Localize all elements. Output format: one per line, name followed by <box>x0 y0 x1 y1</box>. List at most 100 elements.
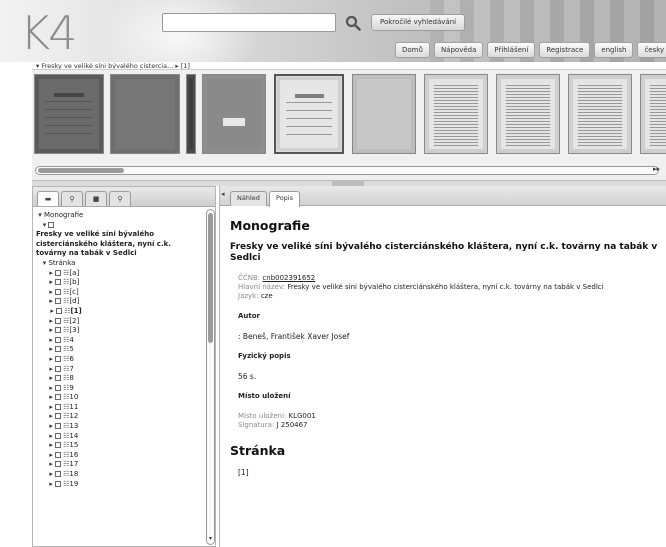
checkbox[interactable] <box>55 288 62 295</box>
expand-icon[interactable]: ▸ <box>47 297 55 307</box>
nav-lang-czech[interactable]: česky <box>637 42 666 58</box>
checkbox[interactable] <box>55 298 62 305</box>
tree-root[interactable]: ▾ Monografie <box>36 211 204 221</box>
tree-page-item[interactable]: ▸ ☷7 <box>36 365 204 375</box>
expand-icon[interactable]: ▸ <box>47 269 55 279</box>
page-thumbnail[interactable] <box>110 74 180 154</box>
scrollbar-thumb[interactable] <box>208 213 213 343</box>
search-button[interactable] <box>342 12 364 34</box>
checkbox[interactable] <box>55 432 62 439</box>
tree-page-item[interactable]: ▸ ☷9 <box>36 384 204 394</box>
scrollbar-thumb[interactable] <box>38 168 124 173</box>
expand-icon[interactable]: ▸ <box>47 393 55 403</box>
tree-scrollbar[interactable]: ▾ <box>206 209 215 545</box>
checkbox[interactable] <box>55 346 62 353</box>
tree-root-check[interactable]: ▾ <box>36 221 204 231</box>
tab-preview[interactable]: Náhled <box>230 191 267 206</box>
expand-icon[interactable]: ▸ <box>47 480 55 490</box>
checkbox[interactable] <box>55 355 62 362</box>
checkbox[interactable] <box>55 269 62 276</box>
checkbox[interactable] <box>55 461 62 468</box>
tab-list[interactable]: ■ <box>85 191 107 206</box>
tab-description[interactable]: Popis <box>269 191 300 207</box>
checkbox[interactable] <box>55 336 62 343</box>
expand-icon[interactable]: ▸ <box>47 278 55 288</box>
expand-icon[interactable]: ▸ <box>47 451 55 461</box>
advanced-search-button[interactable]: Pokročilé vyhledávání <box>371 14 466 31</box>
search-input[interactable] <box>162 13 336 32</box>
tree-page-item[interactable]: ▸ ☷15 <box>36 441 204 451</box>
tree-page-item[interactable]: ▸ ☷[1] <box>36 307 204 317</box>
tree-page-item[interactable]: ▸ ☷[d] <box>36 297 204 307</box>
checkbox[interactable] <box>55 480 62 487</box>
tree-page-item[interactable]: ▸ ☷6 <box>36 355 204 365</box>
checkbox[interactable] <box>55 442 62 449</box>
tree-page-item[interactable]: ▸ ☷14 <box>36 432 204 442</box>
expand-icon[interactable]: ▸ <box>47 317 55 327</box>
expand-icon[interactable]: ▸ <box>47 460 55 470</box>
checkbox[interactable] <box>55 423 62 430</box>
expand-icon[interactable]: ▸ <box>47 422 55 432</box>
tree-pages-group[interactable]: ▾ Stránka <box>36 259 204 269</box>
nav-home[interactable]: Domů <box>395 42 430 58</box>
collapse-arrow-icon[interactable]: ◂ <box>221 190 225 198</box>
expand-icon[interactable]: ▸ <box>47 288 55 298</box>
expand-icon[interactable]: ▸ <box>47 345 55 355</box>
checkbox[interactable] <box>55 413 62 420</box>
page-thumbnail[interactable] <box>640 74 666 154</box>
nav-help[interactable]: Nápověda <box>433 42 484 58</box>
page-thumbnail[interactable] <box>274 74 344 154</box>
tree-page-item[interactable]: ▸ ☷13 <box>36 422 204 432</box>
scroll-down-icon[interactable]: ▾ <box>207 535 214 542</box>
page-thumbnail[interactable] <box>202 74 266 154</box>
expand-icon[interactable]: ▸ <box>47 441 55 451</box>
tab-search[interactable]: ⚲ <box>61 191 83 206</box>
tree-page-item[interactable]: ▸ ☷4 <box>36 336 204 346</box>
expand-icon[interactable]: ▸ <box>47 384 55 394</box>
checkbox[interactable] <box>56 307 63 314</box>
nav-lang-english[interactable]: english <box>594 42 634 58</box>
expand-icon[interactable]: ▸ <box>47 470 55 480</box>
page-thumbnail[interactable] <box>352 74 416 154</box>
page-thumbnail[interactable] <box>34 74 104 154</box>
expand-icon[interactable]: ▸ <box>47 355 55 365</box>
checkbox[interactable] <box>55 384 62 391</box>
tab-tree[interactable]: ▬ <box>37 191 59 206</box>
expand-icon[interactable]: ▸ <box>47 412 55 422</box>
tree-page-item[interactable]: ▸ ☷10 <box>36 393 204 403</box>
tree-page-item[interactable]: ▸ ☷16 <box>36 451 204 461</box>
page-thumbnail[interactable] <box>568 74 632 154</box>
expand-icon[interactable]: ▸ <box>47 326 55 336</box>
tree-page-item[interactable]: ▸ ☷[c] <box>36 288 204 298</box>
tree-page-item[interactable]: ▸ ☷18 <box>36 470 204 480</box>
tree-page-item[interactable]: ▸ ☷12 <box>36 412 204 422</box>
page-thumbnail[interactable] <box>186 74 196 154</box>
expand-icon[interactable]: ▸ <box>47 403 55 413</box>
tree-page-item[interactable]: ▸ ☷11 <box>36 403 204 413</box>
nav-register[interactable]: Registrace <box>539 42 591 58</box>
page-thumbnail[interactable] <box>496 74 560 154</box>
checkbox[interactable] <box>55 394 62 401</box>
tree-page-item[interactable]: ▸ ☷[2] <box>36 317 204 327</box>
checkbox[interactable] <box>55 375 62 382</box>
tree-page-item[interactable]: ▸ ☷[b] <box>36 278 204 288</box>
page-thumbnail[interactable] <box>424 74 488 154</box>
tree-page-item[interactable]: ▸ ☷5 <box>36 345 204 355</box>
checkbox[interactable] <box>55 451 62 458</box>
checkbox[interactable] <box>48 221 55 228</box>
expand-icon[interactable]: ▸ <box>47 365 55 375</box>
scroll-arrows-icon[interactable]: ▸▸ <box>653 165 660 173</box>
nav-login[interactable]: Přihlášení <box>487 42 536 58</box>
tree-page-item[interactable]: ▸ ☷19 <box>36 480 204 490</box>
tree-page-item[interactable]: ▸ ☷8 <box>36 374 204 384</box>
tree-page-item[interactable]: ▸ ☷17 <box>36 460 204 470</box>
checkbox[interactable] <box>55 279 62 286</box>
expand-icon[interactable]: ▾ <box>36 211 44 221</box>
app-logo[interactable]: K4 <box>20 6 77 60</box>
tab-info[interactable]: ⚲ <box>109 191 131 206</box>
expand-icon[interactable]: ▸ <box>47 374 55 384</box>
expand-icon[interactable]: ▾ <box>40 221 48 231</box>
checkbox[interactable] <box>55 403 62 410</box>
tree-document-title[interactable]: Fresky ve veliké síni bývalého cisterciá… <box>36 230 196 259</box>
tree-page-item[interactable]: ▸ ☷[3] <box>36 326 204 336</box>
